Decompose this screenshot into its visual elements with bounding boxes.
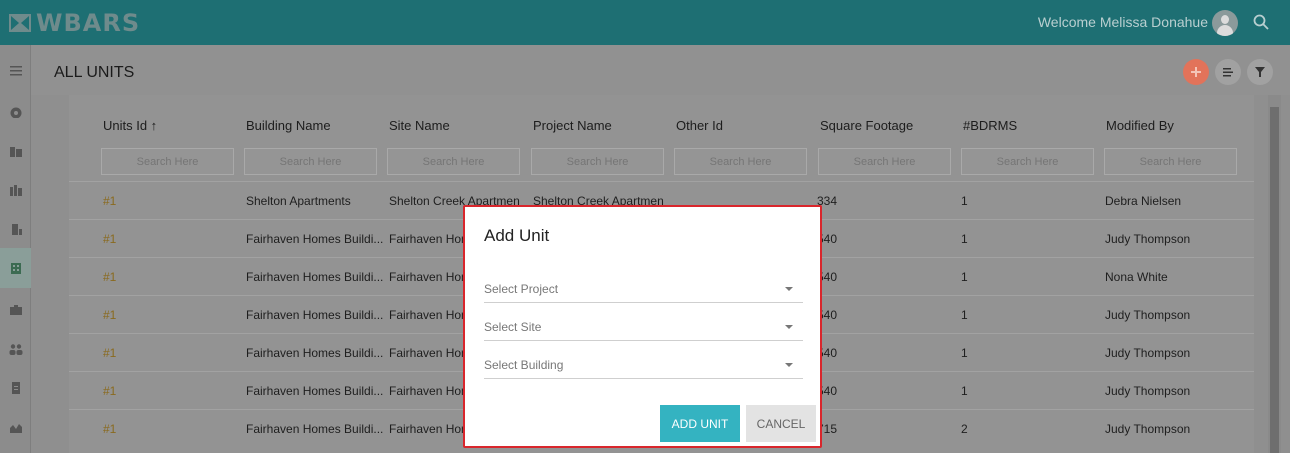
cell-units-id[interactable]: #1: [103, 308, 116, 322]
chevron-down-icon: [785, 363, 793, 367]
cell-building-name: Fairhaven Homes Buildi...: [246, 346, 384, 360]
filter-units-id[interactable]: [101, 148, 234, 175]
chart-icon: [9, 424, 22, 433]
cell-units-id[interactable]: #1: [103, 232, 116, 246]
column-header-square-footage[interactable]: Square Footage: [820, 118, 913, 133]
sidebar: [0, 45, 31, 453]
cell-units-id[interactable]: #1: [103, 270, 116, 284]
filter-building-name[interactable]: [244, 148, 377, 175]
cell-bdrms: 1: [961, 232, 968, 246]
cell-modified-by: Judy Thompson: [1105, 308, 1191, 322]
select-building[interactable]: Select Building: [484, 349, 803, 379]
cell-building-name: Shelton Apartments: [246, 194, 351, 208]
column-header-building-name[interactable]: Building Name: [246, 118, 331, 133]
sidebar-item-units[interactable]: [0, 248, 31, 288]
column-header-bdrms[interactable]: #BDRMS: [963, 118, 1017, 133]
cell-bdrms: 1: [961, 384, 968, 398]
cell-modified-by: Judy Thompson: [1105, 232, 1191, 246]
sidebar-menu-toggle[interactable]: [0, 51, 31, 91]
units-icon: [10, 263, 21, 274]
sidebar-item-dashboard[interactable]: [0, 92, 31, 132]
cancel-button[interactable]: CANCEL: [746, 405, 816, 442]
dialog-title: Add Unit: [484, 226, 550, 245]
column-header-site-name[interactable]: Site Name: [389, 118, 450, 133]
cell-modified-by: Judy Thompson: [1105, 384, 1191, 398]
cell-bdrms: 1: [961, 270, 968, 284]
cell-units-id[interactable]: #1: [103, 384, 116, 398]
filter-button[interactable]: [1247, 59, 1273, 85]
filter-bdrms[interactable]: [961, 148, 1094, 175]
cell-building-name: Fairhaven Homes Buildi...: [246, 384, 384, 398]
cell-units-id[interactable]: #1: [103, 346, 116, 360]
add-unit-fab[interactable]: [1183, 59, 1209, 85]
chevron-down-icon: [785, 325, 793, 329]
select-project[interactable]: Select Project: [484, 273, 803, 303]
add-unit-button[interactable]: ADD UNIT: [660, 405, 740, 442]
cell-building-name: Fairhaven Homes Buildi...: [246, 308, 384, 322]
filter-square-footage[interactable]: [818, 148, 951, 175]
columns-icon: [1223, 68, 1233, 77]
select-project-placeholder: Select Project: [484, 282, 559, 296]
avatar[interactable]: [1212, 10, 1238, 36]
cell-bdrms: 1: [961, 194, 968, 208]
search-icon[interactable]: [1252, 13, 1270, 31]
select-site-placeholder: Select Site: [484, 320, 542, 334]
column-header-project-name[interactable]: Project Name: [533, 118, 612, 133]
dashboard-icon: [10, 107, 21, 118]
filter-other-id[interactable]: [674, 148, 807, 175]
cell-building-name: Fairhaven Homes Buildi...: [246, 422, 384, 436]
hamburger-icon: [9, 66, 22, 76]
avatar-body: [1217, 25, 1233, 36]
select-building-placeholder: Select Building: [484, 358, 564, 372]
sidebar-item-reports[interactable]: [0, 407, 31, 447]
briefcase-icon: [9, 305, 22, 315]
app-logo[interactable]: WBARS: [8, 9, 140, 37]
filter-project-name[interactable]: [531, 148, 664, 175]
page-header: ALL UNITS: [31, 45, 1290, 95]
filter-modified-by[interactable]: [1104, 148, 1237, 175]
sidebar-item-briefcase[interactable]: [0, 290, 31, 330]
app-name: WBARS: [36, 9, 141, 37]
sidebar-item-documents[interactable]: [0, 368, 31, 408]
sidebar-item-building[interactable]: [0, 209, 31, 249]
filter-site-name[interactable]: [387, 148, 520, 175]
people-icon: [9, 344, 22, 355]
page-title: ALL UNITS: [54, 64, 135, 81]
column-header-units-id[interactable]: Units Id ↑: [103, 118, 157, 133]
columns-button[interactable]: [1215, 59, 1241, 85]
cell-bdrms: 1: [961, 308, 968, 322]
plus-icon: [1191, 67, 1201, 77]
column-header-modified-by[interactable]: Modified By: [1106, 118, 1174, 133]
chevron-down-icon: [785, 287, 793, 291]
sidebar-item-people[interactable]: [0, 329, 31, 369]
table-scrollbar[interactable]: [1268, 95, 1281, 453]
cell-modified-by: Nona White: [1105, 270, 1168, 284]
buildings-icon: [9, 147, 22, 157]
cell-building-name: Fairhaven Homes Buildi...: [246, 270, 384, 284]
cell-modified-by: Judy Thompson: [1105, 346, 1191, 360]
cell-modified-by: Judy Thompson: [1105, 422, 1191, 436]
avatar-head: [1221, 15, 1229, 24]
top-bar: WBARS Welcome Melissa Donahue: [0, 0, 1290, 45]
building-icon: [11, 224, 22, 235]
cell-units-id[interactable]: #1: [103, 422, 116, 436]
sidebar-item-city[interactable]: [0, 170, 31, 210]
document-icon: [11, 382, 20, 394]
cell-building-name: Fairhaven Homes Buildi...: [246, 232, 384, 246]
cell-bdrms: 2: [961, 422, 968, 436]
city-icon: [9, 185, 22, 196]
column-header-other-id[interactable]: Other Id: [676, 118, 723, 133]
cell-modified-by: Debra Nielsen: [1105, 194, 1182, 208]
cell-units-id[interactable]: #1: [103, 194, 116, 208]
scrollbar-thumb[interactable]: [1270, 107, 1279, 453]
cell-bdrms: 1: [961, 346, 968, 360]
filter-icon: [1255, 67, 1265, 77]
sidebar-item-buildings[interactable]: [0, 131, 31, 171]
welcome-text: Welcome Melissa Donahue: [1037, 14, 1208, 30]
logo-icon: [9, 14, 31, 32]
add-unit-dialog: Add Unit Select Project Select Site Sele…: [463, 205, 822, 448]
select-site[interactable]: Select Site: [484, 311, 803, 341]
